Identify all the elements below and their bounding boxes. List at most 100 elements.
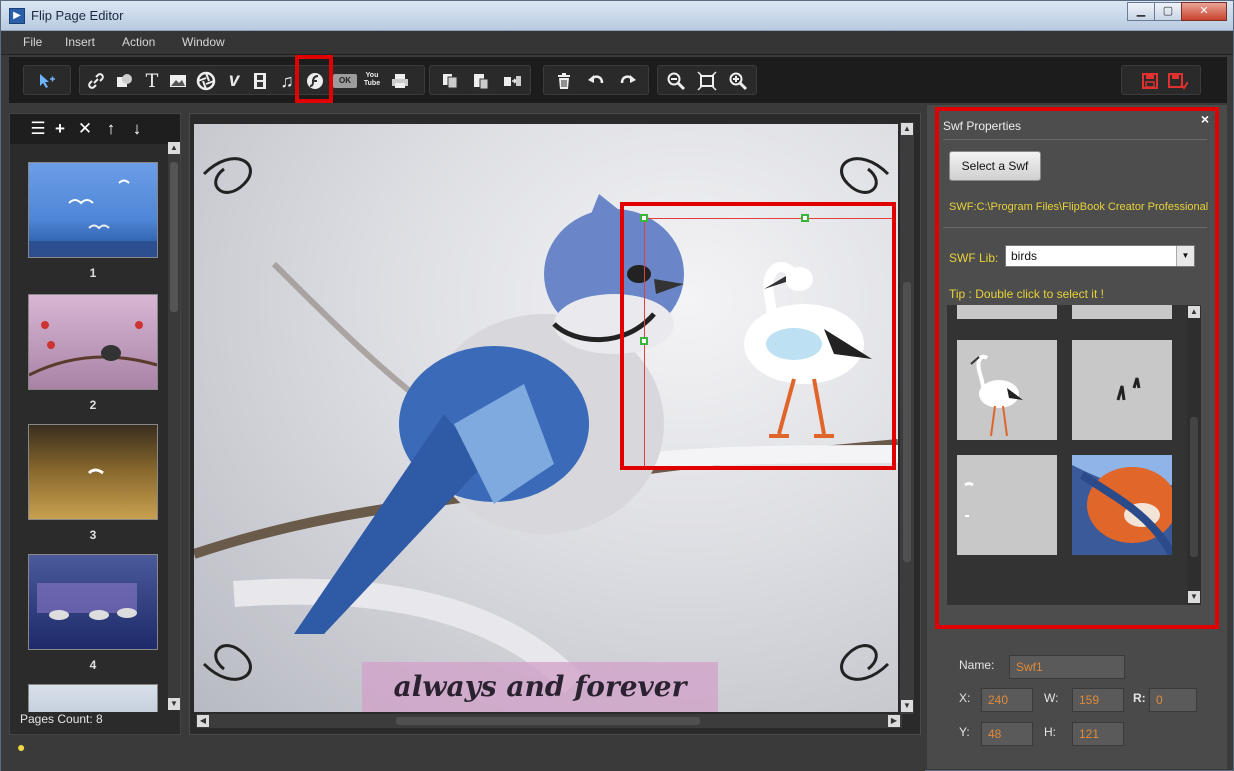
swf-library-item[interactable] [957,305,1057,319]
vimeo-icon[interactable]: v [222,69,246,93]
swf-properties-panel: Swf Properties × Select a Swf SWF:C:\Pro… [935,107,1219,629]
print-icon[interactable] [388,69,412,93]
page-thumbnail-3[interactable] [28,424,158,520]
y-field[interactable]: 48 [981,722,1033,746]
swf-tool-highlight [295,55,333,103]
duplicate-icon[interactable] [500,69,524,93]
menu-insert[interactable]: Insert [65,35,95,49]
pages-toolbar: ☰ + ✕ ↑ ↓ [10,114,180,144]
swf-library-item-stork[interactable] [957,340,1057,440]
fit-page-icon[interactable] [695,69,719,93]
canvas-vscroll-thumb[interactable] [903,282,911,562]
delete-page-icon[interactable]: ✕ [75,119,95,139]
edit-tool-group [429,65,531,95]
video-film-icon[interactable] [248,69,272,93]
aperture-icon[interactable] [194,69,218,93]
scroll-down-arrow[interactable]: ▼ [168,698,180,710]
trash-icon[interactable] [552,69,576,93]
select-tool-group [23,65,71,95]
page-thumbnail-2[interactable] [28,294,158,390]
h-label: H: [1044,725,1056,739]
zoom-tool-group [657,65,757,95]
r-label: R: [1133,691,1146,705]
maximize-button[interactable]: ▢ [1154,2,1182,21]
canvas-scroll-left-arrow[interactable]: ◀ [197,715,209,727]
pages-panel: ☰ + ✕ ↑ ↓ 1 2 3 4 ▲ ▼ Pages Count: 8 [9,113,181,735]
save-and-exit-icon[interactable] [1166,69,1190,93]
y-label: Y: [959,725,970,739]
swf-library-item-small-bird[interactable] [957,455,1057,555]
right-panel: Swf Properties × Select a Swf SWF:C:\Pro… [927,105,1227,769]
h-field[interactable]: 121 [1072,722,1124,746]
page-number-2: 2 [89,398,97,412]
undo-icon[interactable] [584,69,608,93]
swf-library-item-flying-birds[interactable] [1072,340,1172,440]
app-window: ▶ Flip Page Editor ▁ ▢ ✕ File Insert Act… [0,0,1234,771]
ok-button-icon[interactable]: OK [333,74,357,88]
window-controls: ▁ ▢ ✕ [1127,2,1227,22]
swf-library-scrollbar[interactable]: ▲ ▼ [1187,305,1201,605]
page-canvas[interactable]: always and forever [194,124,898,712]
menu-bar: File Insert Action Window [1,31,1233,55]
menu-action[interactable]: Action [122,35,155,49]
menu-window[interactable]: Window [182,35,225,49]
w-field[interactable]: 159 [1072,688,1124,712]
swf-library-item[interactable] [1072,305,1172,319]
r-field[interactable]: 0 [1149,688,1197,712]
page-number-4: 4 [89,658,97,672]
title-bar: ▶ Flip Page Editor ▁ ▢ ✕ [1,1,1233,31]
app-icon: ▶ [9,8,25,24]
pages-scrollbar[interactable]: ▲ ▼ [168,142,180,710]
swf-library-item-parrot[interactable] [1072,455,1177,557]
page-thumbnail-4[interactable] [28,554,158,650]
x-field[interactable]: 240 [981,688,1033,712]
link-icon[interactable] [84,69,108,93]
swf-lib-label: SWF Lib: [949,251,999,265]
history-tool-group [543,65,649,95]
window-title: Flip Page Editor [31,8,124,23]
redo-icon[interactable] [616,69,640,93]
scroll-up-arrow[interactable]: ▲ [168,142,180,154]
name-field[interactable]: Swf1 [1009,655,1125,679]
zoom-out-icon[interactable] [664,69,688,93]
canvas-hscroll-thumb[interactable] [396,717,700,725]
copy-icon[interactable] [438,69,462,93]
add-page-icon[interactable]: + [50,119,70,139]
save-icon[interactable] [1138,69,1162,93]
page-thumbnail-1[interactable] [28,162,158,258]
menu-file[interactable]: File [23,35,42,49]
swf-path-text: SWF:C:\Program Files\FlipBook Creator Pr… [949,201,1209,213]
zoom-in-icon[interactable] [726,69,750,93]
text-tool-icon[interactable]: T [140,69,164,93]
canvas-scroll-down-arrow[interactable]: ▼ [901,700,913,712]
youtube-icon[interactable]: You Tube [362,72,382,90]
image-icon[interactable] [166,69,190,93]
canvas-vertical-scrollbar[interactable]: ▲ ▼ [900,122,914,714]
close-button[interactable]: ✕ [1181,2,1227,21]
pages-scroll-thumb[interactable] [170,162,178,312]
move-down-icon[interactable]: ↓ [127,119,147,139]
library-scroll-up-arrow[interactable]: ▲ [1188,306,1200,318]
list-icon[interactable]: ☰ [28,119,48,139]
minimize-button[interactable]: ▁ [1127,2,1155,21]
canvas-scroll-right-arrow[interactable]: ▶ [888,715,900,727]
canvas-scroll-up-arrow[interactable]: ▲ [901,123,913,135]
library-scroll-down-arrow[interactable]: ▼ [1188,591,1200,603]
library-scroll-thumb[interactable] [1190,417,1198,557]
insert-tool-group: T v ♫ OK You Tube [79,65,425,95]
paste-icon[interactable] [469,69,493,93]
select-swf-button[interactable]: Select a Swf [949,151,1041,181]
select-arrow-icon[interactable] [34,69,58,93]
canvas-horizontal-scrollbar[interactable]: ◀ ▶ [196,714,902,728]
move-up-icon[interactable]: ↑ [101,119,121,139]
shape-icon[interactable] [112,69,136,93]
x-label: X: [959,691,971,705]
toolbar: T v ♫ OK You Tube [9,55,1227,103]
swf-properties-title: Swf Properties [943,119,1022,133]
chevron-down-icon[interactable]: ▼ [1176,246,1194,266]
swf-lib-selected-value: birds [1011,249,1038,263]
canvas-frame: always and forever ▲ ▼ ◀ ▶ [189,113,921,735]
swf-lib-select[interactable]: birds ▼ [1005,245,1195,267]
page-thumbnail-5[interactable] [28,684,158,712]
close-panel-icon[interactable]: × [1201,111,1209,127]
